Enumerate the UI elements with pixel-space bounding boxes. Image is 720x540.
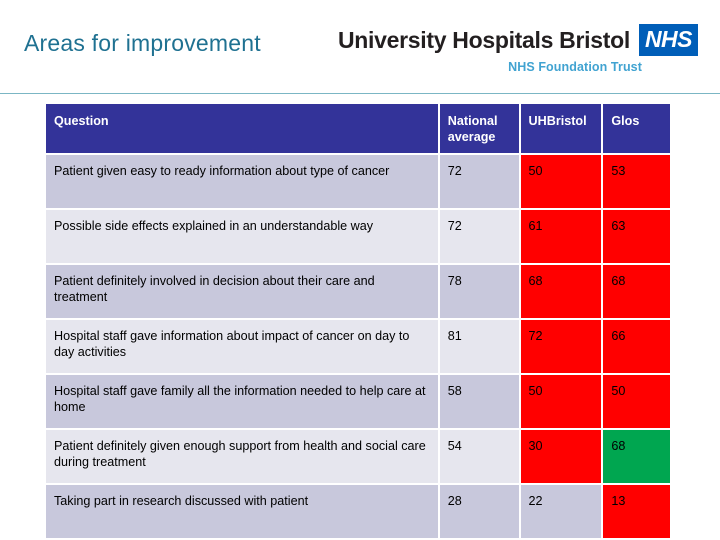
table-row: Patient definitely given enough support …	[46, 430, 670, 484]
nhs-logo-icon: NHS	[638, 24, 698, 56]
table-row: Possible side effects explained in an un…	[46, 210, 670, 264]
cell-national: 78	[439, 265, 519, 319]
cell-uhbristol: 61	[520, 210, 602, 264]
cell-question: Patient given easy to ready information …	[46, 155, 438, 209]
cell-question: Hospital staff gave information about im…	[46, 320, 438, 374]
cell-question: Possible side effects explained in an un…	[46, 210, 438, 264]
cell-national: 81	[439, 320, 519, 374]
brand-row: University Hospitals Bristol NHS	[338, 24, 698, 56]
table-body: Patient given easy to ready information …	[46, 155, 670, 539]
cell-glos: 66	[603, 320, 670, 374]
cell-glos: 13	[603, 485, 670, 539]
cell-glos: 63	[603, 210, 670, 264]
cell-uhbristol: 50	[520, 155, 602, 209]
cell-glos: 68	[603, 430, 670, 484]
table-header-row: Question National average UHBristol Glos	[46, 104, 670, 154]
brand-lockup: University Hospitals Bristol NHS NHS Fou…	[338, 24, 698, 74]
cell-national: 54	[439, 430, 519, 484]
table-row: Patient given easy to ready information …	[46, 155, 670, 209]
table-row: Hospital staff gave information about im…	[46, 320, 670, 374]
header-divider	[0, 93, 720, 94]
cell-uhbristol: 68	[520, 265, 602, 319]
slide-header: Areas for improvement University Hospita…	[0, 0, 720, 94]
table-row: Hospital staff gave family all the infor…	[46, 375, 670, 429]
cell-uhbristol: 50	[520, 375, 602, 429]
areas-for-improvement-table: Question National average UHBristol Glos…	[44, 102, 672, 540]
table-row: Taking part in research discussed with p…	[46, 485, 670, 539]
cell-glos: 53	[603, 155, 670, 209]
page-title: Areas for improvement	[24, 30, 261, 56]
column-header-question: Question	[46, 104, 438, 154]
cell-national: 72	[439, 210, 519, 264]
column-header-national: National average	[439, 104, 519, 154]
cell-national: 72	[439, 155, 519, 209]
cell-question: Patient definitely given enough support …	[46, 430, 438, 484]
cell-national: 28	[439, 485, 519, 539]
cell-uhbristol: 22	[520, 485, 602, 539]
cell-glos: 50	[603, 375, 670, 429]
cell-uhbristol: 72	[520, 320, 602, 374]
foundation-trust-label: NHS Foundation Trust	[508, 60, 642, 74]
table-head: Question National average UHBristol Glos	[46, 104, 670, 154]
cell-question: Hospital staff gave family all the infor…	[46, 375, 438, 429]
cell-national: 58	[439, 375, 519, 429]
organisation-name: University Hospitals Bristol	[337, 26, 630, 53]
table-row: Patient definitely involved in decision …	[46, 265, 670, 319]
cell-glos: 68	[603, 265, 670, 319]
cell-question: Patient definitely involved in decision …	[46, 265, 438, 319]
column-header-uhbristol: UHBristol	[520, 104, 602, 154]
column-header-glos: Glos	[603, 104, 670, 154]
cell-question: Taking part in research discussed with p…	[46, 485, 438, 539]
cell-uhbristol: 30	[520, 430, 602, 484]
